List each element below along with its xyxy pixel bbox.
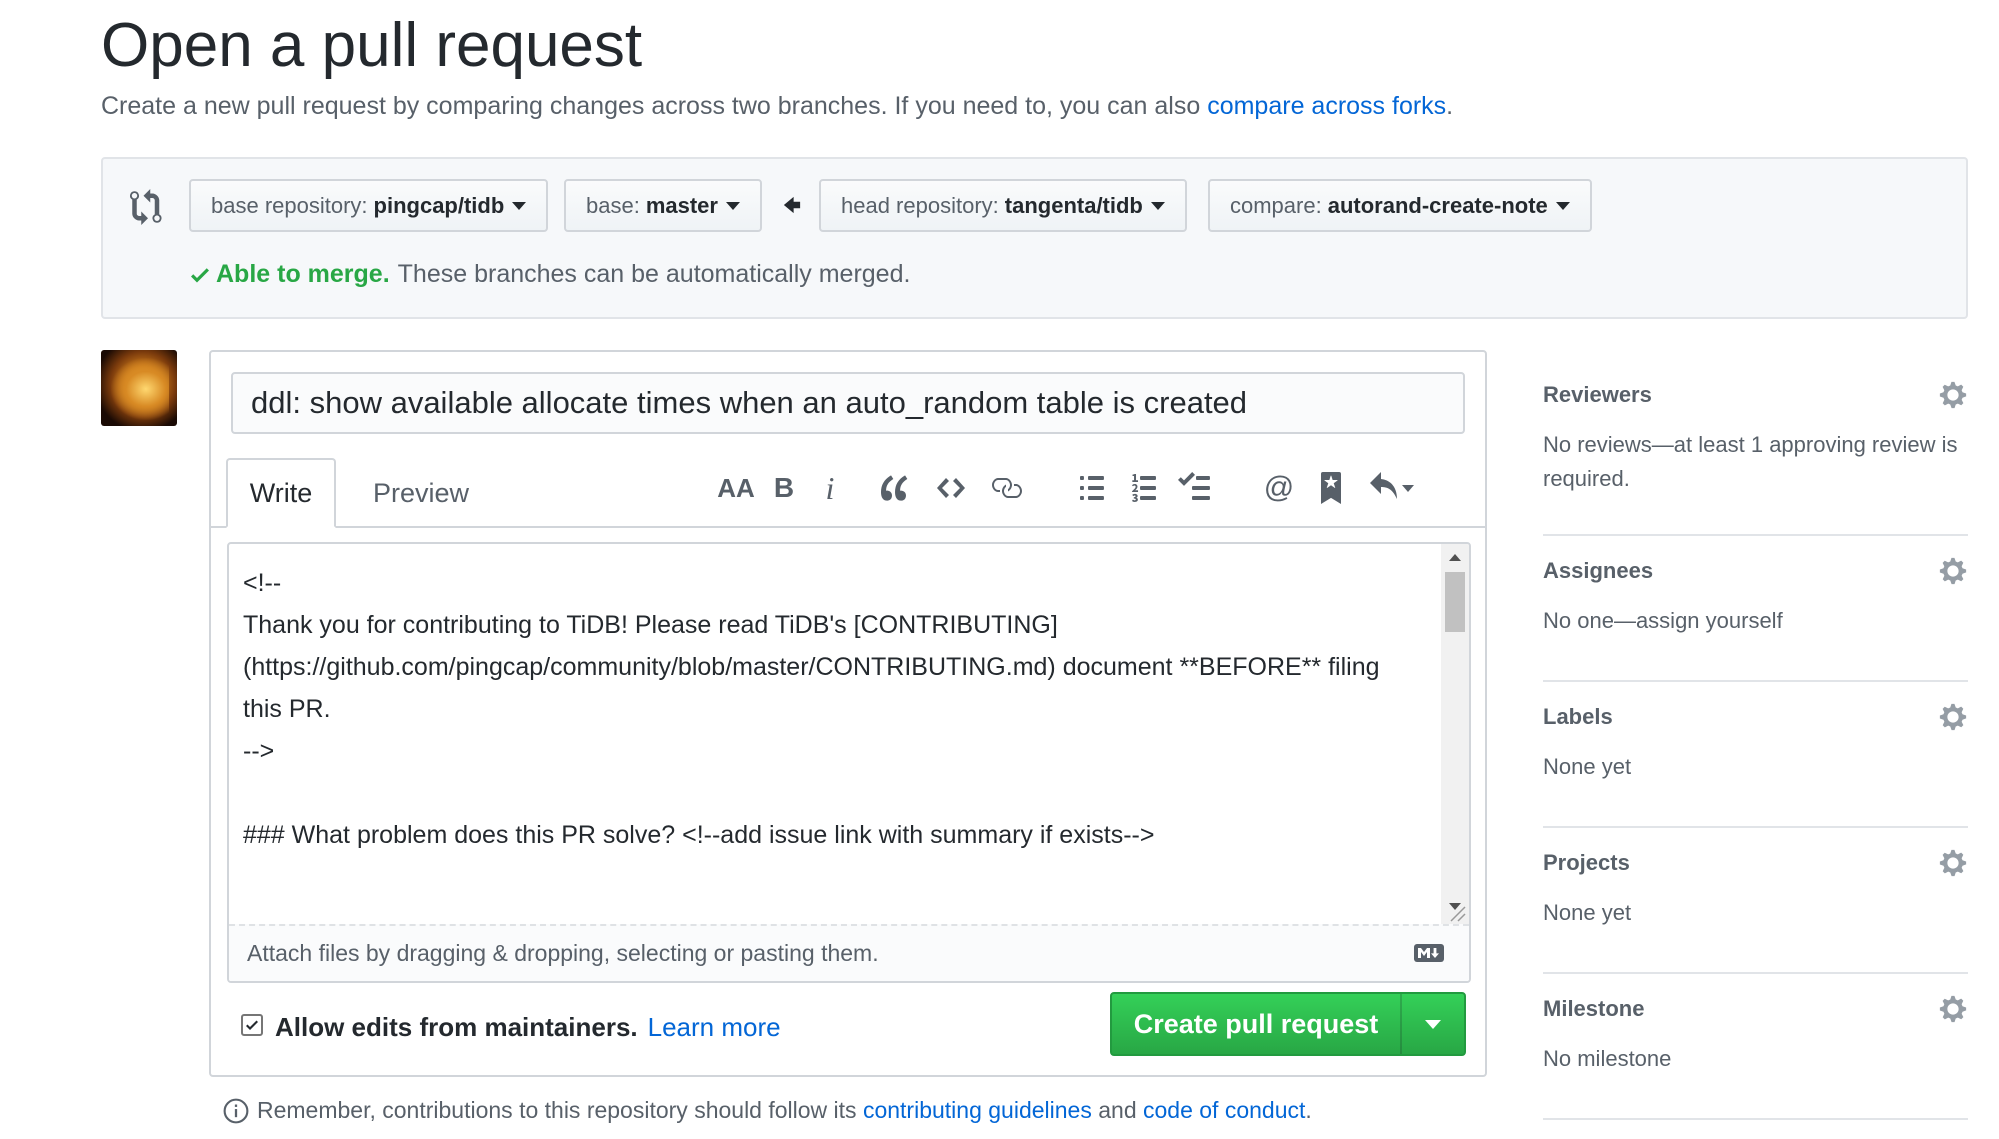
base-repository-label: base repository: xyxy=(211,192,368,218)
arrow-left-icon xyxy=(783,196,801,214)
italic-icon[interactable]: i xyxy=(810,468,850,508)
git-compare-icon xyxy=(130,189,162,225)
subtitle-end: . xyxy=(1446,92,1454,120)
tab-write[interactable]: Write xyxy=(226,458,336,528)
gear-icon[interactable] xyxy=(1938,556,1968,586)
markdown-icon[interactable] xyxy=(1413,943,1445,963)
learn-more-link[interactable]: Learn more xyxy=(648,1012,781,1043)
textarea-scrollbar[interactable] xyxy=(1441,544,1469,924)
base-branch-label: base: xyxy=(586,192,640,218)
resize-grip-icon[interactable] xyxy=(1445,901,1467,923)
remember-text: Remember, contributions to this reposito… xyxy=(257,1097,857,1123)
tab-preview[interactable]: Preview xyxy=(341,458,501,528)
create-options-dropdown[interactable] xyxy=(1402,994,1464,1054)
header-icon[interactable]: AA xyxy=(716,468,756,508)
milestone-section: Milestone No milestone xyxy=(1543,974,1968,1120)
pr-body-text[interactable]: <!-- Thank you for contributing to TiDB!… xyxy=(243,562,1423,912)
reviewers-text: No reviews—at least 1 approving review i… xyxy=(1543,432,1958,491)
chevron-down-icon xyxy=(1402,484,1414,492)
allow-edits-checkbox[interactable] xyxy=(241,1013,263,1036)
labels-text: None yet xyxy=(1543,754,1632,779)
contributing-guidelines-link[interactable]: contributing guidelines xyxy=(863,1097,1092,1124)
lion-avatar-image xyxy=(111,358,169,420)
projects-section: Projects None yet xyxy=(1543,828,1968,974)
saved-reply-icon[interactable] xyxy=(1311,468,1351,508)
task-list-icon[interactable] xyxy=(1174,468,1214,508)
check-icon xyxy=(191,267,209,282)
head-repository-select[interactable]: head repository: tangenta/tidb xyxy=(819,179,1187,232)
attach-files-text: Attach files by dragging & dropping, sel… xyxy=(247,940,879,966)
pr-title-input[interactable]: ddl: show available allocate times when … xyxy=(231,372,1465,434)
code-of-conduct-link[interactable]: code of conduct xyxy=(1143,1097,1305,1124)
gear-icon[interactable] xyxy=(1938,994,1968,1024)
page-subtitle: Create a new pull request by comparing c… xyxy=(101,92,1453,121)
create-pull-request-button[interactable]: Create pull request xyxy=(1110,992,1466,1056)
base-repository-select[interactable]: base repository: pingcap/tidb xyxy=(189,179,549,232)
gear-icon[interactable] xyxy=(1938,848,1968,878)
assignees-title[interactable]: Assignees xyxy=(1543,558,1653,584)
page-title: Open a pull request xyxy=(101,11,643,80)
head-repository-value: tangenta/tidb xyxy=(1004,192,1143,218)
compare-branch-select[interactable]: compare: autorand-create-note xyxy=(1208,179,1592,232)
numbered-list-icon[interactable] xyxy=(1124,468,1164,508)
milestone-title[interactable]: Milestone xyxy=(1543,996,1644,1022)
and-text: and xyxy=(1098,1097,1137,1123)
reply-icon[interactable] xyxy=(1363,468,1419,508)
scroll-thumb[interactable] xyxy=(1445,572,1465,632)
labels-title[interactable]: Labels xyxy=(1543,704,1613,730)
pr-sidebar: Reviewers No reviews—at least 1 approvin… xyxy=(1543,360,1968,1120)
base-repository-value: pingcap/tidb xyxy=(373,192,505,218)
create-pull-request-label[interactable]: Create pull request xyxy=(1112,994,1402,1054)
chevron-down-icon xyxy=(512,201,527,210)
avatar[interactable] xyxy=(101,350,177,426)
allow-edits-label: Allow edits from maintainers. xyxy=(275,1012,638,1042)
compare-branch-label: compare: xyxy=(1230,192,1322,218)
merge-ok-text: Able to merge. xyxy=(216,260,390,288)
check-icon xyxy=(246,1020,258,1030)
merge-status-text: These branches can be automatically merg… xyxy=(397,260,911,288)
bulleted-list-icon[interactable] xyxy=(1072,468,1112,508)
projects-text: None yet xyxy=(1543,900,1632,925)
attach-files-bar[interactable]: Attach files by dragging & dropping, sel… xyxy=(229,924,1469,981)
compare-range-box: base repository: pingcap/tidb base: mast… xyxy=(101,157,1968,319)
link-icon[interactable] xyxy=(986,468,1026,508)
milestone-text: No milestone xyxy=(1543,1046,1672,1071)
remember-end: . xyxy=(1305,1097,1312,1123)
subtitle-text: Create a new pull request by comparing c… xyxy=(101,92,1201,120)
chevron-down-icon xyxy=(725,201,740,210)
pr-body-textarea[interactable]: <!-- Thank you for contributing to TiDB!… xyxy=(227,542,1471,983)
assignees-text[interactable]: No one—assign yourself xyxy=(1543,604,1963,638)
labels-section: Labels None yet xyxy=(1543,682,1968,828)
info-icon xyxy=(223,1098,249,1123)
compare-across-forks-link[interactable]: compare across forks xyxy=(1207,92,1446,120)
bold-icon[interactable]: B xyxy=(764,468,804,508)
pull-request-composer: ddl: show available allocate times when … xyxy=(209,350,1487,1077)
mention-icon[interactable]: @ xyxy=(1259,468,1299,508)
chevron-down-icon xyxy=(1150,201,1165,210)
assignees-section: Assignees No one—assign yourself xyxy=(1543,536,1968,682)
merge-status: Able to merge. These branches can be aut… xyxy=(188,260,910,289)
compare-branch-value: autorand-create-note xyxy=(1327,192,1548,218)
reviewers-title[interactable]: Reviewers xyxy=(1543,382,1652,408)
chevron-down-icon xyxy=(1425,1019,1441,1029)
gear-icon[interactable] xyxy=(1938,380,1968,410)
scroll-up-icon[interactable] xyxy=(1449,554,1461,561)
quote-icon[interactable] xyxy=(875,468,915,508)
allow-edits-option: Allow edits from maintainers. Learn more xyxy=(241,1012,781,1043)
projects-title[interactable]: Projects xyxy=(1543,850,1630,876)
gear-icon[interactable] xyxy=(1938,702,1968,732)
head-repository-label: head repository: xyxy=(841,192,999,218)
contribution-reminder: Remember, contributions to this reposito… xyxy=(223,1097,1312,1124)
base-branch-select[interactable]: base: master xyxy=(564,179,762,232)
code-icon[interactable] xyxy=(931,468,971,508)
reviewers-section: Reviewers No reviews—at least 1 approvin… xyxy=(1543,360,1968,536)
base-branch-value: master xyxy=(645,192,718,218)
chevron-down-icon xyxy=(1555,201,1570,210)
